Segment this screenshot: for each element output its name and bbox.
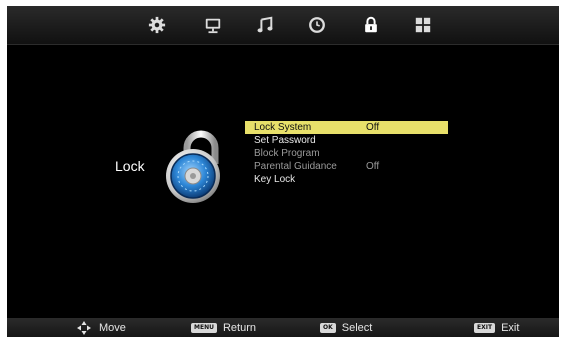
- hint-select-label: Select: [341, 321, 373, 334]
- hint-exit: EXIT Exit: [474, 321, 519, 334]
- menu-item-label: Key Lock: [254, 174, 296, 185]
- ok-key-icon: OK: [320, 322, 336, 333]
- move-arrows-icon: [77, 320, 91, 335]
- menu-item-label: Lock System: [254, 122, 312, 133]
- hint-return: MENU Return: [191, 321, 256, 334]
- screen-frame: Lock Lock System Off Set Password Block …: [0, 0, 566, 343]
- hint-move: Move: [77, 320, 126, 335]
- hint-move-label: Move: [99, 321, 126, 334]
- hint-exit-label: Exit: [501, 321, 520, 334]
- top-menu-bar: [7, 6, 559, 45]
- sound-music-note-icon[interactable]: [255, 15, 275, 35]
- picture-monitor-icon[interactable]: [203, 15, 223, 35]
- apps-grid-icon[interactable]: [413, 15, 433, 35]
- menu-item-block-program[interactable]: Block Program: [245, 147, 448, 160]
- tv-osd: Lock Lock System Off Set Password Block …: [7, 6, 559, 337]
- menu-item-set-password[interactable]: Set Password: [245, 134, 448, 147]
- menu-item-value: Off: [366, 122, 380, 133]
- menu-item-value: Off: [366, 161, 380, 172]
- menu-item-key-lock[interactable]: Key Lock: [245, 173, 448, 186]
- menu-item-label: Set Password: [254, 135, 316, 146]
- hint-return-label: Return: [222, 321, 256, 334]
- menu-item-parental-guidance[interactable]: Parental Guidance Off: [245, 160, 448, 173]
- menu-item-label: Parental Guidance: [254, 161, 337, 172]
- section-title: Lock: [115, 158, 145, 174]
- menu-item-lock-system[interactable]: Lock System Off: [245, 121, 448, 134]
- menu-key-icon: MENU: [191, 322, 217, 333]
- settings-gear-icon[interactable]: [147, 15, 167, 35]
- padlock-icon: [163, 130, 233, 206]
- lock-settings-menu: Lock System Off Set Password Block Program P…: [245, 121, 448, 186]
- time-clock-icon[interactable]: [307, 15, 327, 35]
- menu-item-label: Block Program: [254, 148, 320, 159]
- bottom-hint-bar: Move MENU Return OK Select EXIT Exit: [7, 318, 559, 337]
- hint-select: OK Select: [320, 321, 372, 334]
- lock-icon[interactable]: [361, 15, 381, 35]
- exit-key-icon: EXIT: [474, 322, 496, 333]
